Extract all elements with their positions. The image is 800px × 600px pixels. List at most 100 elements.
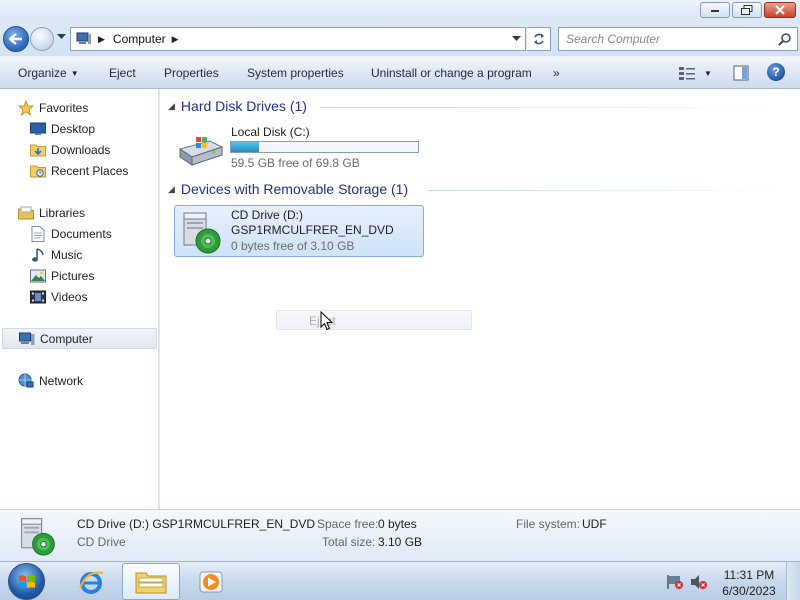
fading-context-menu-item[interactable]: Eject <box>276 310 472 330</box>
collapse-triangle-icon[interactable]: ◢ <box>168 184 175 195</box>
computer-icon <box>19 331 35 347</box>
downloads-folder-icon <box>30 142 46 158</box>
documents-icon <box>30 225 46 242</box>
search-box[interactable] <box>558 27 798 51</box>
collapse-triangle-icon[interactable]: ◢ <box>168 101 175 112</box>
file-system-value: UDF <box>582 517 607 531</box>
group-title: Devices with Removable Storage (1) <box>180 181 409 197</box>
capacity-bar-fill <box>231 142 259 152</box>
details-type: CD Drive <box>77 535 126 549</box>
breadcrumb-separator[interactable]: ▶ <box>172 34 179 45</box>
total-size-label: Total size: <box>322 535 376 549</box>
group-header-hard-disk[interactable]: ◢ Hard Disk Drives (1) <box>168 98 307 114</box>
taskbar-internet-explorer[interactable] <box>62 563 120 600</box>
nav-label: Libraries <box>39 205 86 220</box>
refresh-button[interactable] <box>527 27 551 51</box>
breadcrumb-separator[interactable]: ▶ <box>98 34 105 45</box>
back-button[interactable] <box>3 26 29 52</box>
organize-label: Organize <box>18 66 67 80</box>
nav-computer[interactable]: Computer <box>2 328 157 349</box>
nav-label: Network <box>39 373 84 388</box>
network-icon <box>18 373 34 389</box>
address-history-dropdown[interactable] <box>512 36 521 42</box>
forward-button[interactable] <box>30 27 54 51</box>
help-icon[interactable]: ? <box>767 63 785 81</box>
drive-cd-d[interactable]: CD Drive (D:) GSP1RMCULFRER_EN_DVD 0 byt… <box>174 205 424 257</box>
navigation-pane: Favorites Desktop Downloads Recent Place… <box>0 89 159 509</box>
drive-name: Local Disk (C:) <box>231 125 310 139</box>
organize-menu[interactable]: Organize ▼ <box>18 66 79 80</box>
videos-icon <box>30 289 46 305</box>
more-commands-button[interactable]: » <box>553 66 560 80</box>
search-icon[interactable] <box>778 32 792 46</box>
nav-label: Desktop <box>51 121 96 136</box>
view-options-chevron-icon[interactable]: ▼ <box>704 69 712 78</box>
mouse-cursor-icon <box>320 311 334 331</box>
space-free-label: Space free: <box>317 517 379 531</box>
recent-pages-dropdown[interactable] <box>57 34 66 40</box>
back-arrow-icon <box>9 33 22 45</box>
volume-muted-icon[interactable] <box>690 574 708 590</box>
address-bar[interactable]: ▶ Computer ▶ <box>70 27 526 51</box>
nav-label: Pictures <box>51 268 95 283</box>
nav-label: Computer <box>40 331 93 346</box>
show-desktop-button[interactable] <box>786 562 800 600</box>
preview-pane-icon[interactable] <box>733 65 749 81</box>
libraries-icon <box>18 205 34 221</box>
drive-volume-label: GSP1RMCULFRER_EN_DVD <box>231 223 394 237</box>
folder-icon <box>135 572 167 593</box>
eject-button[interactable]: Eject <box>109 66 136 80</box>
group-divider <box>428 190 790 191</box>
action-center-flag-icon[interactable] <box>666 574 684 590</box>
internet-explorer-icon <box>78 570 104 594</box>
nav-network[interactable]: Network <box>18 370 175 391</box>
window-controls <box>700 2 796 18</box>
file-system-label: File system: <box>516 517 581 531</box>
properties-button[interactable]: Properties <box>164 66 219 80</box>
star-icon <box>18 99 34 116</box>
cd-drive-icon <box>183 212 221 254</box>
system-properties-button[interactable]: System properties <box>247 66 344 80</box>
nav-label: Music <box>51 247 83 262</box>
details-pane: CD Drive (D:) GSP1RMCULFRER_EN_DVD CD Dr… <box>0 509 800 561</box>
drive-free-space: 0 bytes free of 3.10 GB <box>231 239 355 253</box>
clock-date[interactable]: 6/30/2023 <box>720 584 778 598</box>
nav-label: Favorites <box>39 100 89 115</box>
drive-local-disk-c[interactable]: Local Disk (C:) 59.5 GB free of 69.8 GB <box>174 121 424 173</box>
nav-favorites[interactable]: Favorites <box>18 97 175 118</box>
change-view-icon[interactable] <box>678 65 696 81</box>
pictures-icon <box>30 268 46 284</box>
group-divider <box>320 107 790 108</box>
details-title: CD Drive (D:) GSP1RMCULFRER_EN_DVD <box>77 517 316 531</box>
group-header-removable[interactable]: ◢ Devices with Removable Storage (1) <box>168 181 408 197</box>
drive-name: CD Drive (D:) <box>231 208 303 222</box>
taskbar-media-player[interactable] <box>182 563 240 600</box>
restore-icon <box>741 5 753 15</box>
nav-label: Downloads <box>51 142 111 157</box>
content-pane: ◢ Hard Disk Drives (1) Local Disk (C:) 5… <box>160 89 800 509</box>
desktop-icon <box>30 121 46 137</box>
drive-free-space: 59.5 GB free of 69.8 GB <box>231 156 360 170</box>
uninstall-program-button[interactable]: Uninstall or change a program <box>371 66 532 80</box>
capacity-bar <box>230 141 419 153</box>
cd-drive-icon <box>21 518 55 556</box>
space-free-value: 0 bytes <box>378 517 417 531</box>
restore-button[interactable] <box>732 2 762 18</box>
minimize-button[interactable] <box>700 2 730 18</box>
window-titlebar[interactable] <box>0 0 800 22</box>
taskbar-windows-explorer[interactable] <box>122 563 180 600</box>
chevron-down-icon: ▼ <box>70 69 79 78</box>
command-bar: Organize ▼ Eject Properties System proper… <box>0 56 800 89</box>
nav-libraries[interactable]: Libraries <box>18 202 175 223</box>
breadcrumb-computer[interactable]: Computer <box>113 32 166 46</box>
nav-label: Videos <box>51 289 88 304</box>
address-row: ▶ Computer ▶ <box>0 22 800 56</box>
group-title: Hard Disk Drives (1) <box>180 98 307 114</box>
computer-icon <box>76 32 91 44</box>
search-input[interactable] <box>559 28 769 50</box>
clock-time[interactable]: 11:31 PM <box>720 568 778 582</box>
start-button[interactable] <box>8 563 45 600</box>
close-button[interactable] <box>764 2 796 18</box>
media-player-icon <box>199 571 223 592</box>
windows-logo-icon <box>18 574 35 588</box>
